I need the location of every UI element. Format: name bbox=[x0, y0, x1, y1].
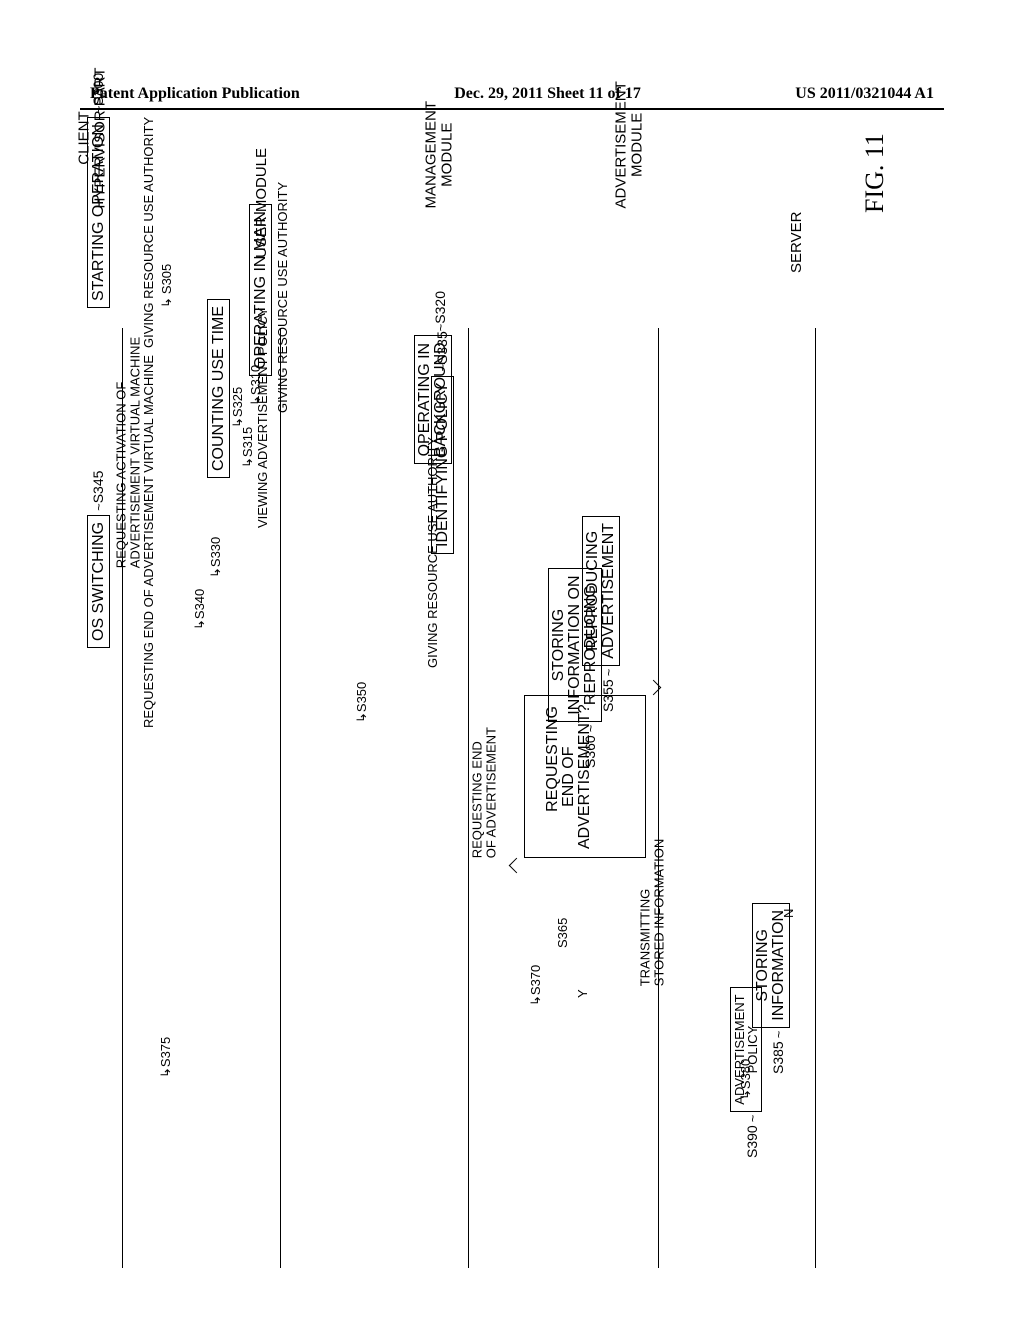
step-s370-ref: ↳S370 bbox=[528, 965, 544, 1006]
step-s315-ref: ↳S315 bbox=[240, 427, 256, 468]
lane-advertisement: ADVERTISEMENT MODULE bbox=[614, 81, 646, 208]
lane-management: MANAGEMENT MODULE bbox=[424, 100, 456, 208]
step-s300: STARTING OPERATION~S300 bbox=[90, 73, 108, 308]
header-left: Patent Application Publication bbox=[90, 85, 300, 103]
page-header: Patent Application Publication Dec. 29, … bbox=[90, 85, 934, 103]
step-s350-ref: ↳S350 bbox=[354, 682, 370, 723]
step-s375-label: REQUESTING END OF ADVERTISEMENT VIRTUAL … bbox=[141, 355, 156, 728]
step-s350-label: GIVING RESOURCE USE AUTHORITY bbox=[425, 437, 440, 668]
step-s330-label: VIEWING ADVERTISEMENT POLICY bbox=[255, 307, 270, 528]
figure-label: FIG. 11 bbox=[860, 133, 890, 213]
lifeline-server bbox=[815, 328, 816, 1268]
header-rule bbox=[80, 108, 944, 110]
step-s325: COUNTING USE TIME ↳S325 bbox=[210, 299, 228, 478]
step-s375-ref: ↳S375 bbox=[158, 1037, 174, 1078]
lifeline-user bbox=[280, 328, 281, 1268]
step-s305: GIVING RESOURCE USE AUTHORITY ↳S305 bbox=[141, 117, 156, 348]
step-s370-label: REQUESTING END OF ADVERTISEMENT bbox=[471, 727, 498, 858]
step-s380-label: TRANSMITTING STORED INFORMATION bbox=[639, 838, 666, 986]
page: Patent Application Publication Dec. 29, … bbox=[0, 0, 1024, 1320]
step-s365-ref: S365 bbox=[555, 918, 570, 948]
step-s345: OS SWITCHING~S345 bbox=[90, 471, 108, 648]
step-s340-label: REQUESTING ACTIVATION OF ADVERTISEMENT V… bbox=[115, 337, 142, 568]
step-s330-ref: ↳S330 bbox=[208, 537, 224, 578]
header-right: US 2011/0321044 A1 bbox=[795, 85, 934, 103]
step-s390: S390~ADVERTISEMENT POLICY bbox=[730, 987, 762, 1158]
step-s340-ref: ↳S340 bbox=[192, 589, 208, 630]
sequence-diagram: FIG. 11 CLIENT HYPERVISOR PART USER MODU… bbox=[90, 138, 930, 1268]
s365-yes: Y bbox=[575, 989, 590, 998]
lifeline-advertisement bbox=[658, 328, 659, 1268]
step-s315-label: GIVING RESOURCE USE AUTHORITY bbox=[275, 182, 290, 413]
step-s365: REQUESTING END OF ADVERTISEMENT? bbox=[524, 695, 646, 858]
lane-server: SERVER bbox=[788, 212, 805, 273]
